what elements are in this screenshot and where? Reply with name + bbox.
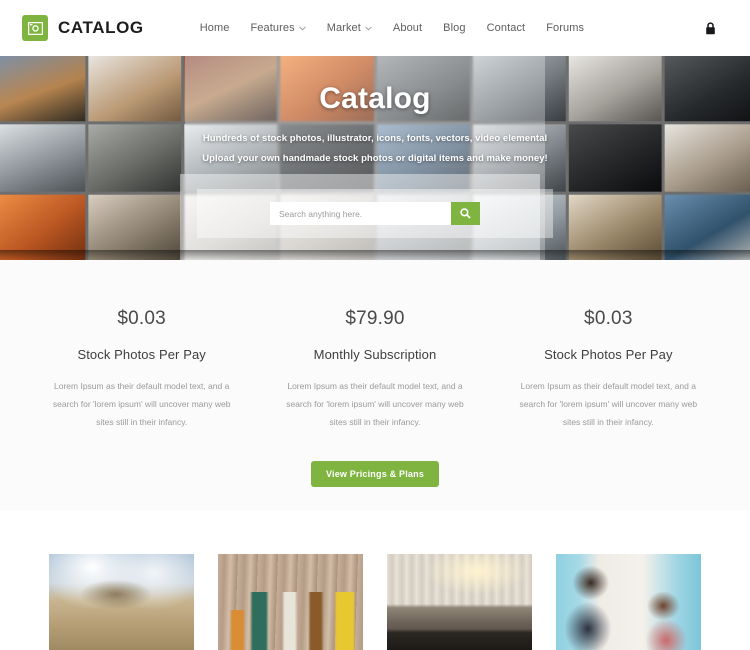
price-description: Lorem Ipsum as their default model text,… [519,381,698,427]
image-logo-icon [22,15,48,41]
search-row [270,202,480,225]
view-pricings-plans-button[interactable]: View Pricings & Plans [310,461,440,487]
cta-wrapper: View Pricings & Plans [0,461,750,487]
price-amount: $79.90 [345,308,405,329]
hillside-town-photo[interactable] [49,554,194,650]
nav-item-features[interactable]: Features [250,22,306,34]
nav-item-label: Blog [443,22,466,34]
price-description: Lorem Ipsum as their default model text,… [286,381,464,427]
search-icon [460,208,471,219]
header-actions [705,21,728,35]
nav-item-market[interactable]: Market [327,22,372,34]
nav-item-label: Home [199,22,230,34]
brand-logo[interactable]: CATALOG [22,15,144,41]
nav-item-home[interactable]: Home [200,22,230,34]
hero-subtitle: Hundreds of stock photos, illustrator, i… [202,133,548,164]
hotel-bedroom-photo[interactable] [387,554,532,650]
site-header: CATALOG Home Features Market About Blog … [0,0,750,56]
nav-item-label: Features [250,22,295,34]
nav-item-blog[interactable]: Blog [443,22,465,34]
gallery-section [0,510,750,650]
lock-icon[interactable] [705,21,716,35]
main-navigation: Home Features Market About Blog Contact … [200,22,584,34]
nav-item-label: About [392,22,423,34]
nav-item-label: Forums [546,22,585,34]
pricing-column: $79.90 Monthly Subscription Lorem Ipsum … [258,308,491,431]
price-description: Lorem Ipsum as their default model text,… [52,381,231,427]
chevron-down-icon [365,25,372,30]
hero-content: Catalog Hundreds of stock photos, illust… [0,56,750,260]
nav-item-label: Market [326,22,361,34]
pricing-column: $0.03 Stock Photos Per Pay Lorem Ipsum a… [492,308,725,431]
nav-item-label: Contact [486,22,526,34]
gallery-grid [0,554,750,650]
nav-item-contact[interactable]: Contact [487,22,526,34]
hero-search-panel [197,189,553,238]
chevron-down-icon [298,25,306,30]
price-label: Stock Photos Per Pay [77,347,206,362]
pricing-section: $0.03 Stock Photos Per Pay Lorem Ipsum a… [0,260,750,510]
search-input[interactable] [270,202,451,225]
hairdresser-photo[interactable] [556,554,701,650]
search-submit-button[interactable] [451,202,480,225]
price-label: Monthly Subscription [313,347,437,362]
pricing-column: $0.03 Stock Photos Per Pay Lorem Ipsum a… [25,308,258,431]
brand-name: CATALOG [58,18,144,37]
hero-title: Catalog [319,82,431,115]
nav-item-forums[interactable]: Forums [546,22,584,34]
nav-item-about[interactable]: About [393,22,422,34]
price-amount: $0.03 [117,308,166,329]
garden-tools-photo[interactable] [218,554,363,650]
price-amount: $0.03 [584,308,633,329]
pricing-grid: $0.03 Stock Photos Per Pay Lorem Ipsum a… [25,308,725,431]
hero-section: Catalog Hundreds of stock photos, illust… [0,56,750,260]
price-label: Stock Photos Per Pay [544,347,673,362]
